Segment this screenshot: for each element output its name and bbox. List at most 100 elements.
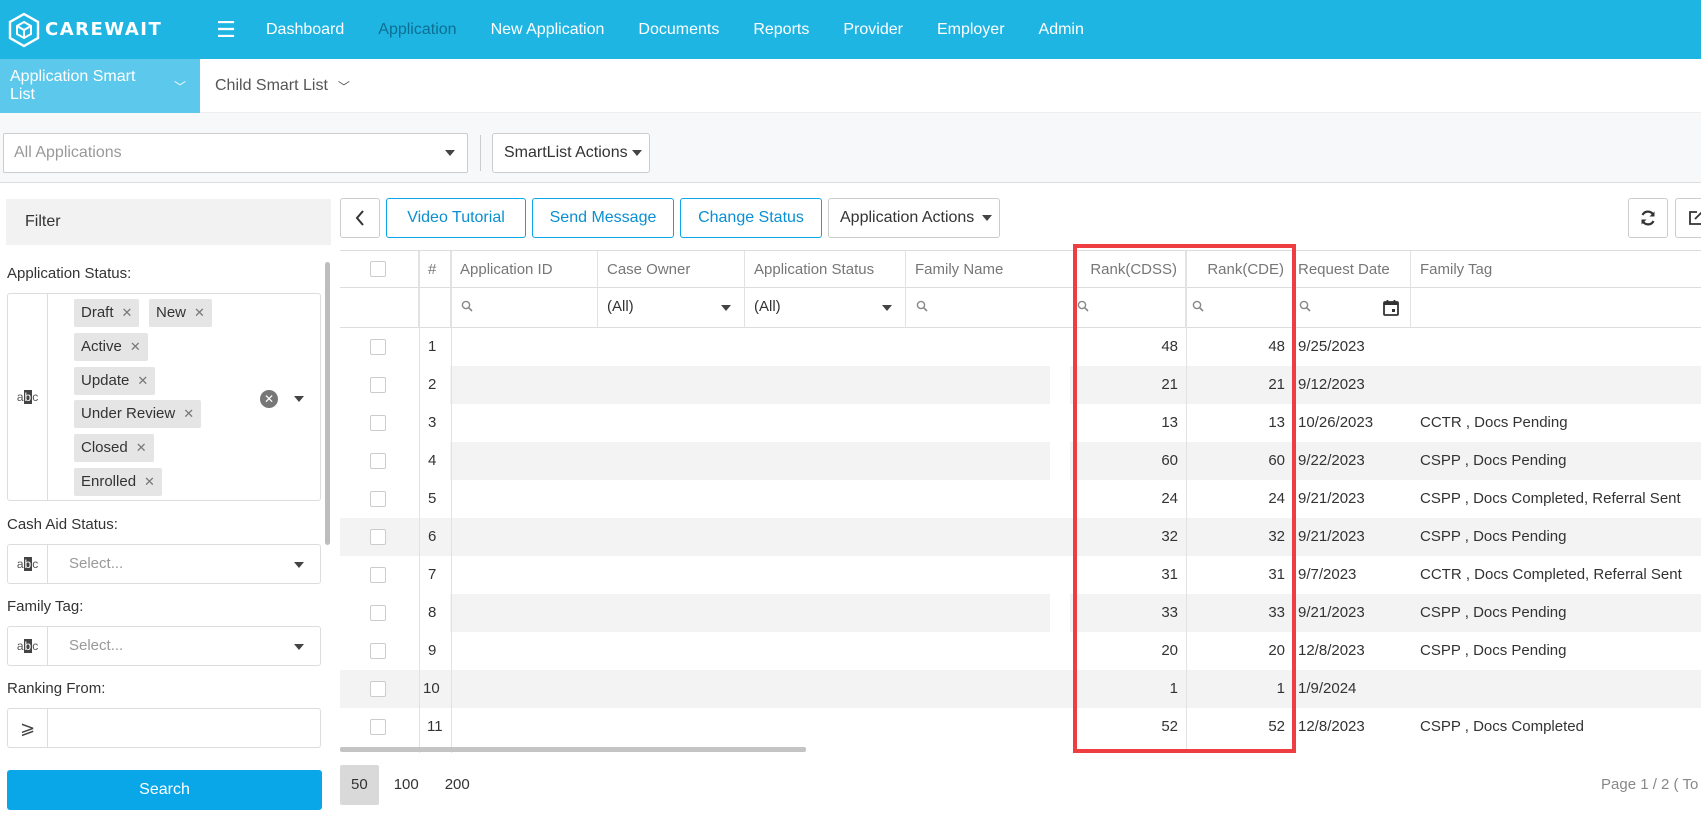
row-checkbox[interactable] (370, 415, 386, 431)
rank-cdss-cell: 1 (1169, 680, 1178, 697)
rank-cdss-cell: 60 (1161, 452, 1178, 469)
filter-rank-cdss[interactable] (1074, 288, 1186, 328)
send-message-button[interactable]: Send Message (532, 198, 674, 238)
row-checkbox[interactable] (370, 529, 386, 545)
col-header-family-name[interactable]: Family Name (906, 251, 1074, 288)
table-row[interactable]: 7 31 31 9/7/2023 CCTR , Docs Completed, … (340, 556, 1701, 594)
col-header-request-date[interactable]: Request Date (1293, 251, 1411, 288)
tab-application-smart-list[interactable]: Application Smart List ﹀ (0, 59, 200, 113)
nav-dashboard[interactable]: Dashboard (249, 0, 361, 59)
table-row[interactable]: 2 21 21 9/12/2023 (340, 366, 1701, 404)
rank-cde-cell: 60 (1268, 452, 1285, 469)
caret-down-icon (294, 644, 304, 650)
refresh-button[interactable] (1628, 198, 1668, 238)
filter-case-owner[interactable]: (All) (598, 288, 745, 328)
search-button[interactable]: Search (7, 770, 322, 810)
filter-header[interactable]: Filter (6, 199, 331, 245)
smartlist-actions-button[interactable]: SmartList Actions (492, 133, 650, 173)
col-header-rank-cdss[interactable]: Rank(CDSS) (1074, 251, 1186, 288)
smartlist-dropdown[interactable]: All Applications (3, 133, 468, 173)
select-all-checkbox[interactable] (370, 261, 386, 277)
filter-application-id[interactable] (451, 288, 598, 328)
col-header-rank-cde[interactable]: Rank(CDE) (1186, 251, 1293, 288)
status-tag-draft: Draft ✕ (74, 299, 140, 327)
hamburger-menu-icon[interactable]: ☰ (203, 17, 249, 43)
remove-tag-icon[interactable]: ✕ (194, 299, 205, 327)
smartlist-actions-label: SmartList Actions (504, 144, 628, 161)
request-date-cell: 9/7/2023 (1298, 566, 1357, 583)
remove-tag-icon[interactable]: ✕ (122, 299, 133, 327)
page-size-50[interactable]: 50 (340, 765, 379, 805)
filter-scrollbar[interactable] (325, 262, 330, 545)
page-size-100[interactable]: 100 (383, 765, 430, 805)
remove-tag-icon[interactable]: ✕ (144, 468, 155, 496)
grid-horizontal-scrollbar[interactable] (340, 747, 806, 752)
nav-reports[interactable]: Reports (736, 0, 826, 59)
video-tutorial-button[interactable]: Video Tutorial (386, 198, 526, 238)
row-checkbox[interactable] (370, 377, 386, 393)
row-checkbox[interactable] (370, 605, 386, 621)
clear-all-icon[interactable]: ✕ (260, 390, 278, 408)
filter-request-date[interactable] (1293, 288, 1411, 328)
col-header-number[interactable]: # (419, 251, 451, 288)
caret-down-icon (882, 305, 892, 311)
row-number: 8 (428, 604, 437, 621)
collapse-filter-button[interactable] (340, 198, 380, 238)
ranking-from-input[interactable]: ⩾ (7, 708, 321, 748)
nav-employer[interactable]: Employer (920, 0, 1022, 59)
remove-tag-icon[interactable]: ✕ (137, 367, 148, 395)
tab-child-smart-list[interactable]: Child Smart List ﹀ (200, 59, 364, 113)
application-status-tagbox[interactable]: abc Draft ✕ New ✕ Active ✕ Update ✕ Under Re… (7, 293, 321, 501)
family-tag-cell: CSPP , Docs Completed, Referral Sent (1420, 490, 1681, 507)
table-row[interactable]: 9 20 20 12/8/2023 CSPP , Docs Pending (340, 632, 1701, 670)
filter-application-status[interactable]: (All) (745, 288, 906, 328)
tab-label: Application Smart List (10, 68, 136, 103)
table-row[interactable]: 4 60 60 9/22/2023 CSPP , Docs Pending (340, 442, 1701, 480)
calendar-icon[interactable] (1383, 299, 1399, 316)
tag-label: Active (81, 338, 122, 355)
change-status-button[interactable]: Change Status (680, 198, 822, 238)
nav-application[interactable]: Application (361, 0, 473, 59)
tag-label: New (156, 304, 187, 321)
nav-documents[interactable]: Documents (621, 0, 736, 59)
filter-rank-cde[interactable] (1186, 288, 1293, 328)
table-row[interactable]: 6 32 32 9/21/2023 CSPP , Docs Pending (340, 518, 1701, 556)
row-checkbox[interactable] (370, 567, 386, 583)
nav-provider[interactable]: Provider (826, 0, 920, 59)
remove-tag-icon[interactable]: ✕ (130, 333, 141, 361)
nav-new-application[interactable]: New Application (474, 0, 622, 59)
filter-family-name[interactable] (906, 288, 1074, 328)
remove-tag-icon[interactable]: ✕ (136, 434, 147, 462)
col-header-application-id[interactable]: Application ID (451, 251, 598, 288)
page-size-200[interactable]: 200 (434, 765, 481, 805)
row-checkbox[interactable] (370, 643, 386, 659)
row-checkbox[interactable] (370, 719, 386, 735)
col-header-case-owner[interactable]: Case Owner (598, 251, 745, 288)
nav-admin[interactable]: Admin (1022, 0, 1101, 59)
table-row[interactable]: 5 24 24 9/21/2023 CSPP , Docs Completed,… (340, 480, 1701, 518)
cash-aid-status-select[interactable]: abc Select... (7, 544, 321, 584)
status-tag-closed: Closed ✕ (74, 434, 154, 462)
text-filter-icon: abc (8, 627, 48, 665)
table-row[interactable]: 11 52 52 12/8/2023 CSPP , Docs Completed (340, 708, 1701, 746)
table-row[interactable]: 8 33 33 9/21/2023 CSPP , Docs Pending (340, 594, 1701, 632)
col-header-family-tag[interactable]: Family Tag (1411, 251, 1701, 288)
table-row[interactable]: 3 13 13 10/26/2023 CCTR , Docs Pending (340, 404, 1701, 442)
greater-equal-operator-icon[interactable]: ⩾ (8, 709, 48, 747)
export-button[interactable] (1675, 198, 1701, 238)
table-row[interactable]: 10 1 1 1/9/2024 (340, 670, 1701, 708)
application-actions-button[interactable]: Application Actions (828, 198, 1000, 238)
filter-family-tag[interactable] (1411, 288, 1701, 328)
carewait-logo[interactable]: CAREWAIT (8, 12, 203, 48)
row-checkbox[interactable] (370, 681, 386, 697)
family-tag-select[interactable]: abc Select... (7, 626, 321, 666)
table-row[interactable]: 1 48 48 9/25/2023 (340, 328, 1701, 366)
row-number: 1 (428, 338, 437, 355)
rank-cdss-cell: 24 (1161, 490, 1178, 507)
remove-tag-icon[interactable]: ✕ (183, 400, 194, 428)
row-checkbox[interactable] (370, 339, 386, 355)
caret-down-icon[interactable] (294, 396, 304, 402)
row-checkbox[interactable] (370, 491, 386, 507)
col-header-application-status[interactable]: Application Status (745, 251, 906, 288)
row-checkbox[interactable] (370, 453, 386, 469)
